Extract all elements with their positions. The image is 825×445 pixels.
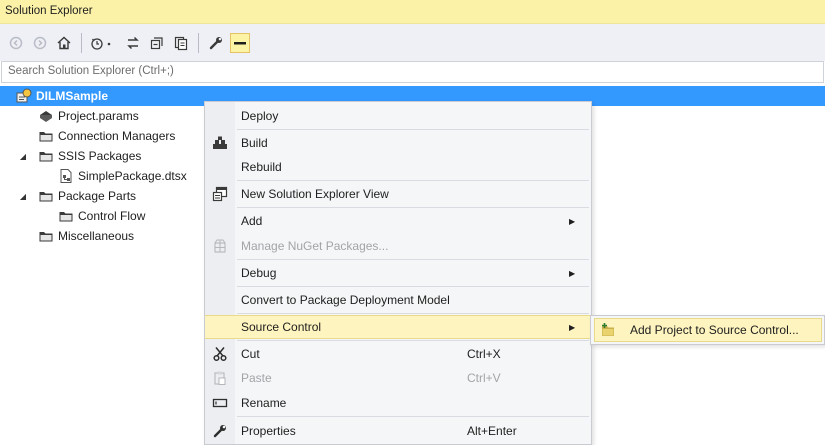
tree-item-label: Control Flow [78,209,146,223]
menu-item-cut[interactable]: Cut Ctrl+X [205,342,591,366]
toolbar-separator [81,32,82,53]
toolbar-separator [198,32,199,53]
rename-icon [211,394,229,412]
menu-item-label: Rename [241,396,287,410]
tree-item-label: DILMSample [36,89,109,103]
menu-item-debug[interactable]: Debug ▶ [205,261,591,285]
preview-selected-icon[interactable] [230,32,250,53]
menu-item-shortcut: Ctrl+X [467,347,501,361]
menu-item-label: Cut [241,347,260,361]
tree-item-label: Connection Managers [58,129,176,143]
menu-item-label: Convert to Package Deployment Model [241,293,450,307]
menu-item-label: New Solution Explorer View [241,187,389,201]
menu-item-label: Deploy [241,109,279,123]
menu-item-shortcut: Ctrl+V [467,371,501,385]
menu-item-add-project-to-source-control[interactable]: Add Project to Source Control... [594,318,822,342]
menu-item-label: Rebuild [241,160,282,174]
tree-item-label: SSIS Packages [58,149,142,163]
new-window-icon [211,185,229,203]
search-input[interactable]: Search Solution Explorer (Ctrl+;) [1,61,824,83]
show-all-files-icon[interactable] [171,33,191,53]
properties-wrench-icon[interactable] [206,33,226,53]
menu-separator [237,180,589,181]
back-icon[interactable] [6,33,26,53]
folder-icon [38,228,54,244]
folder-icon [38,128,54,144]
menu-item-label: Add Project to Source Control... [630,323,799,337]
menu-item-convert-to-package-deployment-model[interactable]: Convert to Package Deployment Model [205,288,591,312]
window-title: Solution Explorer [5,5,93,17]
menu-item-rebuild[interactable]: Rebuild [205,155,591,179]
history-icon[interactable] [89,33,119,53]
menu-item-label: Properties [241,424,296,438]
menu-item-paste[interactable]: Paste Ctrl+V [205,366,591,390]
menu-item-label: Debug [241,266,277,280]
menu-item-shortcut: Alt+Enter [467,424,517,438]
menu-separator [237,259,589,260]
menu-separator [237,340,589,341]
menu-item-label: Build [241,136,268,150]
menu-item-label: Paste [241,371,272,385]
menu-item-add[interactable]: Add ▶ [205,209,591,233]
folder-icon [58,208,74,224]
menu-item-deploy[interactable]: Deploy [205,104,591,128]
sync-icon[interactable] [123,33,143,53]
tree-item-label: Miscellaneous [58,229,135,243]
menu-separator [237,313,589,314]
project-context-menu: Deploy Build Rebuild New Solution Explor… [204,101,592,445]
nuget-package-icon [211,237,229,255]
home-icon[interactable] [54,33,74,53]
folder-icon [38,148,54,164]
submenu-arrow-icon: ▶ [569,322,576,332]
solution-explorer-title-bar: Solution Explorer [0,0,825,24]
wrench-icon [211,422,229,440]
menu-item-label: Manage NuGet Packages... [241,239,389,253]
menu-separator [237,129,589,130]
menu-separator [237,416,589,417]
menu-item-label: Source Control [241,320,322,334]
submenu-arrow-icon: ▶ [569,216,576,226]
search-placeholder: Search Solution Explorer (Ctrl+;) [8,65,174,77]
menu-item-rename[interactable]: Rename [205,391,591,415]
menu-separator [237,207,589,208]
params-icon [38,108,54,124]
expand-arrow-icon[interactable]: ◢ [18,192,28,201]
tree-item-label: Package Parts [58,189,137,203]
forward-icon[interactable] [30,33,50,53]
expand-arrow-icon[interactable]: ◢ [18,152,28,161]
tree-item-label: Project.params [58,109,139,123]
scissors-icon [211,345,229,363]
collapse-all-icon[interactable] [147,33,167,53]
tree-item-label: SimplePackage.dtsx [78,169,187,183]
menu-item-label: Add [241,214,263,228]
submenu-arrow-icon: ▶ [569,268,576,278]
menu-item-source-control[interactable]: Source Control ▶ [205,315,591,339]
menu-item-new-solution-explorer-view[interactable]: New Solution Explorer View [205,182,591,206]
ssis-project-icon [16,88,32,104]
folder-icon [38,188,54,204]
menu-item-build[interactable]: Build [205,131,591,155]
menu-item-manage-nuget-packages[interactable]: Manage NuGet Packages... [205,234,591,258]
menu-item-properties[interactable]: Properties Alt+Enter [205,419,591,443]
add-to-source-control-icon [599,321,617,339]
build-icon [211,134,229,152]
source-control-submenu: Add Project to Source Control... [590,315,825,345]
package-file-icon [58,168,74,184]
solution-explorer-toolbar [0,24,825,61]
paste-icon [211,369,229,387]
menu-separator [237,286,589,287]
